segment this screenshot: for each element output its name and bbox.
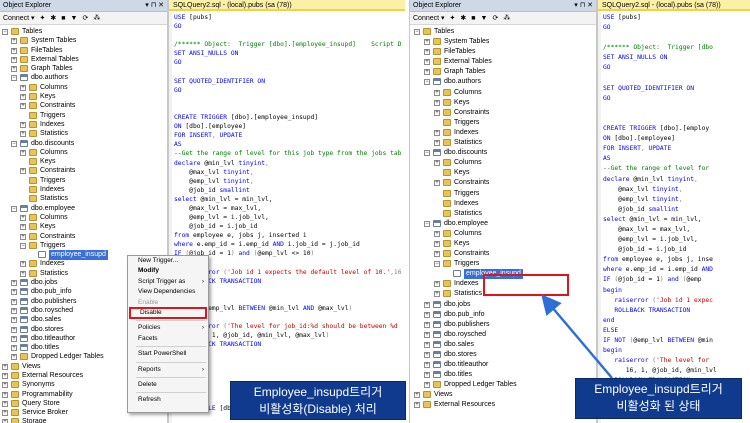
right-caption: Employee_insupd트리거 비활성화 된 상태 — [575, 378, 742, 419]
caption-line: 비활성화(Disable) 처리 — [259, 402, 377, 416]
pointer-arrow-icon — [541, 294, 613, 379]
caption-line: Employee_insupd트리거 — [253, 385, 383, 399]
left-caption: Employee_insupd트리거 비활성화(Disable) 처리 — [230, 381, 406, 420]
caption-line: 비활성화 된 상태 — [616, 399, 701, 413]
caption-line: Employee_insupd트리거 — [594, 382, 723, 396]
